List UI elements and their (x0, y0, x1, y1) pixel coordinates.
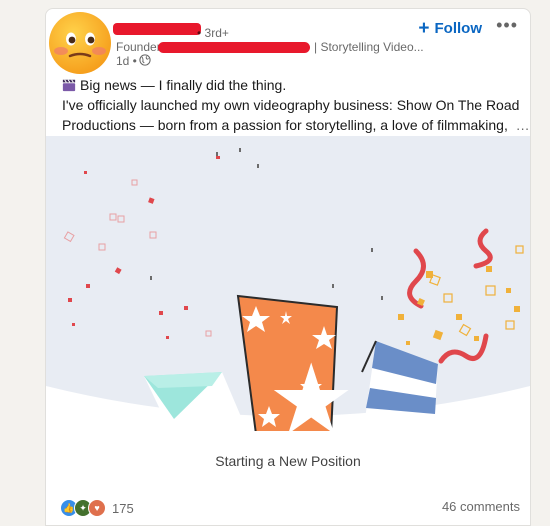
headline-suffix: | Storytelling Video... (314, 40, 424, 54)
post-text-line-3: Productions — born from a passion for st… (62, 117, 508, 133)
redacted-author-name (113, 23, 201, 35)
reaction-count: 175 (112, 500, 134, 516)
post-text-line-2: I've officially launched my own videogra… (62, 97, 520, 113)
feed-post-card: • 3rd+ Founder | Storytelling Video... 1… (45, 8, 531, 526)
post-text: Big news — I finally did the thing. I've… (62, 75, 530, 135)
headline-prefix: Founder (116, 40, 161, 54)
connection-degree: • 3rd+ (197, 26, 229, 40)
plus-icon: + (418, 18, 430, 39)
clapperboard-icon (62, 79, 76, 92)
love-icon: ♥ (88, 499, 106, 517)
ellipsis-icon[interactable]: ••• (496, 15, 518, 36)
avatar[interactable] (48, 11, 112, 75)
follow-label: Follow (434, 20, 483, 37)
comments-count[interactable]: 46 comments (442, 499, 520, 514)
post-time: 1d • (116, 54, 137, 68)
redacted-headline (158, 42, 310, 53)
follow-button[interactable]: + Follow (418, 19, 482, 38)
media-caption: Starting a New Position (215, 453, 361, 469)
new-position-celebration-image[interactable] (46, 136, 530, 431)
reactions-summary[interactable]: 👍 ✦ ♥ 175 (60, 499, 134, 517)
globe-icon (139, 54, 151, 66)
see-more-link[interactable]: …more (516, 117, 530, 133)
post-text-line-1: Big news — I finally did the thing. (80, 77, 287, 93)
